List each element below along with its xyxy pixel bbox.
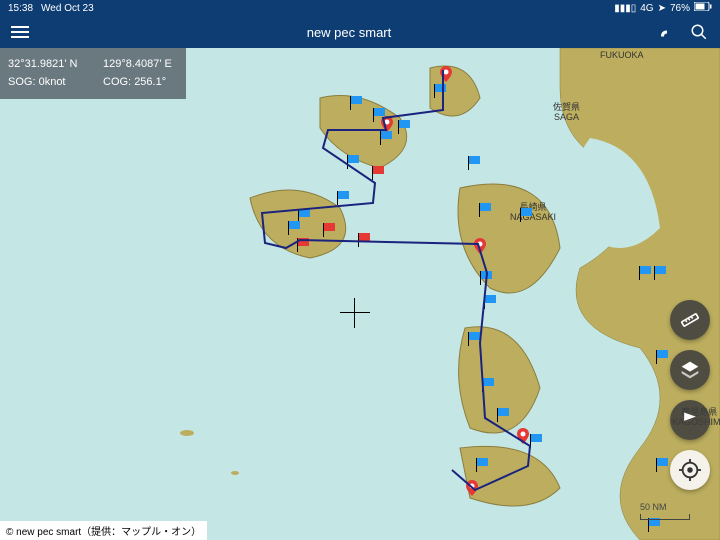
fab-column	[670, 300, 710, 490]
blue-flag-marker[interactable]	[434, 84, 446, 94]
app-title: new pec smart	[40, 25, 658, 40]
blue-flag-marker[interactable]	[468, 332, 480, 342]
status-bar: 15:38 Wed Oct 23 ▮▮▮▯ 4G ➤ 76%	[0, 0, 720, 16]
cog-value: 256.1°	[134, 76, 166, 88]
scale-value: 50 NM	[640, 502, 667, 512]
blue-flag-marker[interactable]	[639, 266, 651, 276]
blue-flag-marker[interactable]	[482, 378, 494, 388]
menu-button[interactable]	[0, 26, 40, 38]
sog-label: SOG:	[8, 76, 36, 88]
network-type: 4G	[640, 3, 653, 14]
signal-bars-icon: ▮▮▮▯	[614, 3, 636, 14]
battery-percent: 76%	[670, 3, 690, 14]
ruler-button[interactable]	[670, 300, 710, 340]
waypoint-pin[interactable]	[440, 66, 452, 82]
app-root: 15:38 Wed Oct 23 ▮▮▮▯ 4G ➤ 76% new pec s…	[0, 0, 720, 540]
gps-info-panel: 32°31.9821' N 129°8.4087' E SOG: 0knot C…	[0, 48, 186, 99]
label-fukuoka: FUKUOKA	[600, 51, 644, 61]
search-icon[interactable]	[690, 23, 708, 41]
land-shapes	[0, 48, 720, 540]
blue-flag-marker[interactable]	[337, 191, 349, 201]
locate-button[interactable]	[670, 450, 710, 490]
waypoint-pin[interactable]	[381, 116, 393, 132]
longitude-value: 129°8.4087' E	[103, 56, 172, 74]
red-flag-marker[interactable]	[372, 166, 384, 176]
blue-flag-marker[interactable]	[380, 131, 392, 141]
waypoint-pin[interactable]	[517, 428, 529, 444]
nautical-chart[interactable]: FUKUOKA 佐賀県SAGA 長崎県NAGASAKI 鹿児島県KAGOSHIM…	[0, 48, 720, 540]
blue-flag-marker[interactable]	[288, 221, 300, 231]
blue-flag-marker[interactable]	[480, 271, 492, 281]
blue-flag-marker[interactable]	[654, 266, 666, 276]
blue-flag-marker[interactable]	[476, 458, 488, 468]
label-saga-en: SAGA	[554, 112, 579, 122]
flag-button[interactable]	[670, 400, 710, 440]
layers-button[interactable]	[670, 350, 710, 390]
satellite-icon[interactable]	[658, 23, 676, 41]
blue-flag-marker[interactable]	[347, 155, 359, 165]
blue-flag-marker[interactable]	[468, 156, 480, 166]
label-saga-jp: 佐賀県	[553, 102, 580, 112]
scale-indicator: 50 NM	[640, 502, 690, 520]
waypoint-pin[interactable]	[474, 238, 486, 254]
blue-flag-marker[interactable]	[656, 458, 668, 468]
location-icon: ➤	[658, 3, 666, 14]
red-flag-marker[interactable]	[323, 223, 335, 233]
status-date: Wed Oct 23	[41, 3, 94, 14]
blue-flag-marker[interactable]	[298, 209, 310, 219]
blue-flag-marker[interactable]	[350, 96, 362, 106]
blue-flag-marker[interactable]	[656, 350, 668, 360]
battery-icon	[694, 2, 712, 14]
blue-flag-marker[interactable]	[398, 120, 410, 130]
label-nagasaki-en: NAGASAKI	[510, 212, 556, 222]
latitude-value: 32°31.9821' N	[8, 56, 103, 74]
sog-value: 0knot	[39, 76, 66, 88]
waypoint-pin[interactable]	[466, 480, 478, 496]
blue-flag-marker[interactable]	[530, 434, 542, 444]
red-flag-marker[interactable]	[297, 238, 309, 248]
blue-flag-marker[interactable]	[497, 408, 509, 418]
app-bar: new pec smart	[0, 16, 720, 48]
map-credit: © new pec smart（提供：マップル・オン）	[0, 521, 207, 540]
blue-flag-marker[interactable]	[479, 203, 491, 213]
cog-label: COG:	[103, 76, 131, 88]
blue-flag-marker[interactable]	[484, 295, 496, 305]
blue-flag-marker[interactable]	[520, 208, 532, 218]
status-time: 15:38	[8, 3, 33, 14]
center-crosshair	[340, 298, 370, 328]
red-flag-marker[interactable]	[358, 233, 370, 243]
